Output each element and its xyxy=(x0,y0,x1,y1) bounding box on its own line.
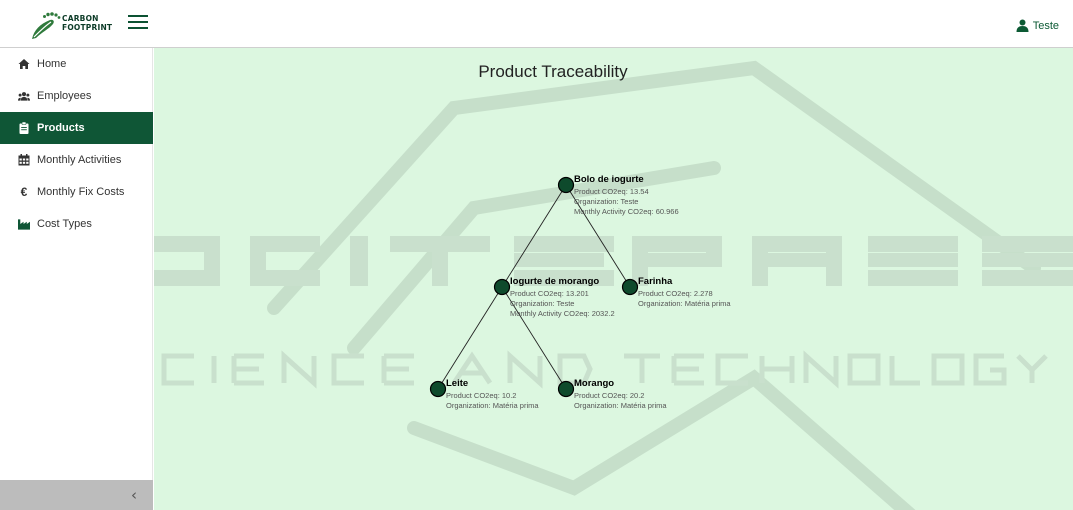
tree-node-leite[interactable]: Leite Product CO2eq: 10.2 Organization: … xyxy=(429,378,540,410)
user-menu[interactable]: Teste xyxy=(1016,19,1059,32)
logo-text-footprint: FOOTPRINT xyxy=(62,23,113,32)
chevron-left-icon: ‹ xyxy=(131,486,137,504)
node-detail: Organization: Matéria prima xyxy=(638,299,731,308)
tree-node-iogurte-de-morango[interactable]: Iogurte de morango Product CO2eq: 13.201… xyxy=(493,276,615,318)
sidebar-collapse-button[interactable]: ‹ xyxy=(0,480,153,510)
sidebar-item-employees[interactable]: Employees xyxy=(0,80,153,112)
sidebar-item-cost-types[interactable]: Cost Types xyxy=(0,208,153,240)
euro-icon: € xyxy=(20,185,28,199)
node-detail: Product CO2eq: 2.278 xyxy=(638,289,713,298)
sidebar-item-monthly-activities[interactable]: Monthly Activities xyxy=(0,144,153,176)
sidebar-item-label: Products xyxy=(37,122,85,134)
tree-node-bolo-de-iogurte[interactable]: Bolo de iogurte Product CO2eq: 13.54 Org… xyxy=(557,174,679,216)
node-circle[interactable] xyxy=(429,380,447,398)
sidebar-item-label: Cost Types xyxy=(37,218,92,230)
carbon-footprint-logo[interactable]: CARBON FOOTPRINT xyxy=(28,8,123,42)
node-detail: Organization: Matéria prima xyxy=(574,401,667,410)
node-circle[interactable] xyxy=(557,176,575,194)
node-name: Farinha xyxy=(638,276,673,287)
sidebar-item-monthly-fix-costs[interactable]: € Monthly Fix Costs xyxy=(0,176,153,208)
clipboard-icon xyxy=(18,122,30,134)
node-detail: Monthly Activity CO2eq: 2032.2 xyxy=(510,309,615,318)
calendar-icon xyxy=(18,154,30,166)
node-detail: Product CO2eq: 13.54 xyxy=(574,187,649,196)
node-name: Morango xyxy=(574,378,614,389)
traceability-tree: Bolo de iogurte Product CO2eq: 13.54 Org… xyxy=(429,174,732,410)
user-icon xyxy=(1016,19,1029,32)
hamburger-menu-icon[interactable] xyxy=(128,15,148,31)
sidebar-item-label: Monthly Activities xyxy=(37,154,122,166)
node-detail: Organization: Matéria prima xyxy=(446,401,539,410)
tree-node-farinha[interactable]: Farinha Product CO2eq: 2.278 Organizatio… xyxy=(621,276,732,308)
node-circle[interactable] xyxy=(557,380,575,398)
main-content: Product Traceability Bolo de iogurte Pro… xyxy=(154,48,1073,510)
node-detail: Monthly Activity CO2eq: 60.966 xyxy=(574,207,679,216)
tree-node-morango[interactable]: Morango Product CO2eq: 20.2 Organization… xyxy=(557,378,668,410)
edge-bolo-iogurte xyxy=(501,184,567,288)
node-circle[interactable] xyxy=(621,278,639,296)
home-icon xyxy=(18,58,30,70)
sidebar-item-home[interactable]: Home xyxy=(0,48,153,80)
node-name: Iogurte de morango xyxy=(510,276,599,287)
footprint-logo-icon xyxy=(32,12,61,39)
node-detail: Product CO2eq: 20.2 xyxy=(574,391,644,400)
node-detail: Organization: Teste xyxy=(510,299,574,308)
sidebar-item-label: Monthly Fix Costs xyxy=(37,186,125,198)
sidebar-item-label: Home xyxy=(37,58,67,70)
node-detail: Product CO2eq: 10.2 xyxy=(446,391,516,400)
industry-icon xyxy=(18,218,30,230)
node-name: Leite xyxy=(446,378,468,389)
users-icon xyxy=(18,90,30,102)
node-name: Bolo de iogurte xyxy=(574,174,644,185)
sidebar-item-label: Employees xyxy=(37,90,92,102)
node-detail: Product CO2eq: 13.201 xyxy=(510,289,589,298)
edge-iogurte-leite xyxy=(437,286,503,390)
top-bar: CARBON FOOTPRINT Teste xyxy=(0,0,1073,48)
node-detail: Organization: Teste xyxy=(574,197,638,206)
logo-text-carbon: CARBON xyxy=(62,14,99,23)
sidebar: Home Employees Products Monthly Activiti… xyxy=(0,48,153,510)
sidebar-item-products[interactable]: Products xyxy=(0,112,153,144)
node-circle[interactable] xyxy=(493,278,511,296)
user-name: Teste xyxy=(1032,19,1059,32)
